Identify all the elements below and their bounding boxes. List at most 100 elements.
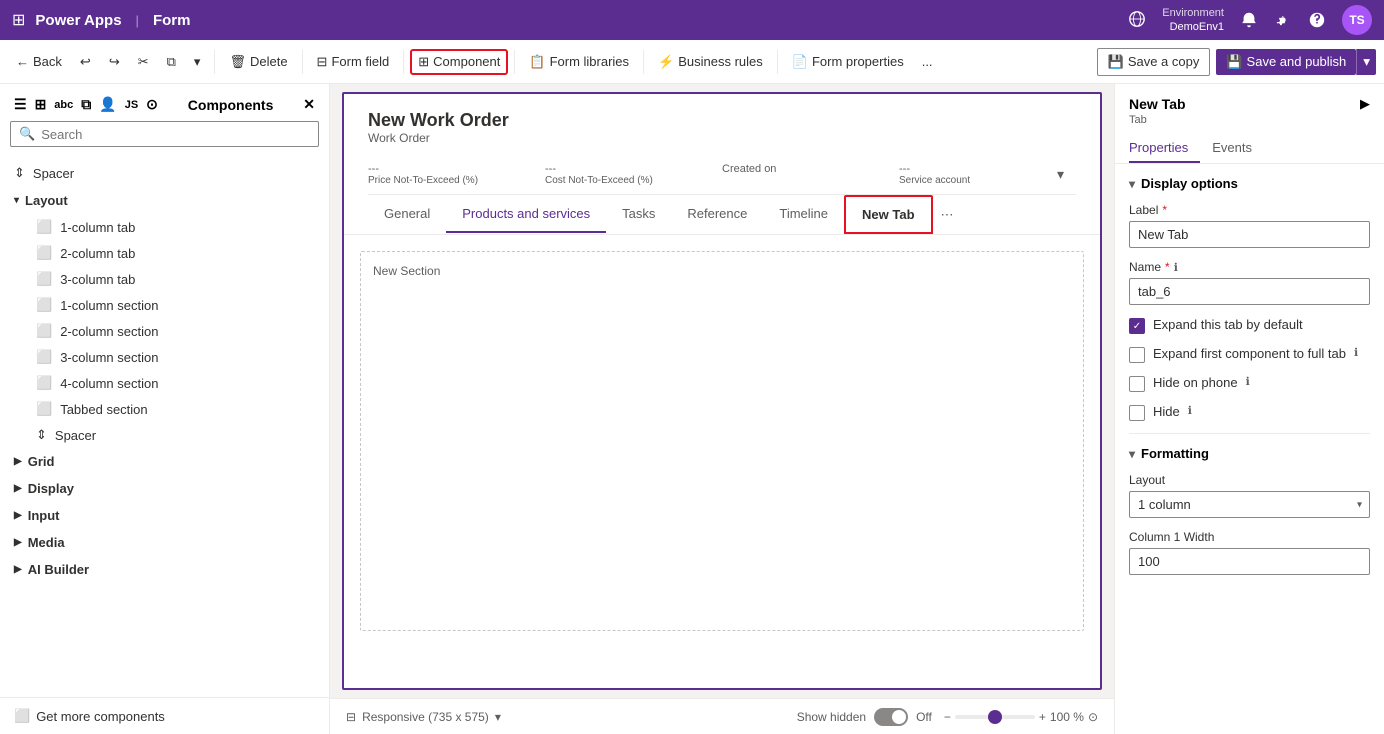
sidebar-media-section[interactable]: ▶ Media	[0, 529, 329, 556]
grid-icon[interactable]: ⊞	[12, 10, 25, 30]
tab-more-button[interactable]: ⋯	[933, 197, 962, 233]
display-options-section[interactable]: ▾ Display options	[1129, 176, 1370, 191]
tab-properties[interactable]: Properties	[1129, 134, 1200, 163]
sidebar-js-icon[interactable]: JS	[125, 99, 138, 111]
back-button[interactable]: ← Back	[8, 49, 70, 74]
right-panel: New Tab ▶ Tab Properties Events ▾ Displa…	[1114, 84, 1384, 734]
sidebar-ai-section[interactable]: ▶ AI Builder	[0, 556, 329, 583]
sidebar-layers-icon[interactable]: ⧉	[81, 96, 91, 113]
sidebar-item-3col-tab[interactable]: ⬜ 3-column tab	[0, 266, 329, 292]
zoom-in-button[interactable]: +	[1039, 710, 1046, 724]
delete-button[interactable]: 🗑 Delete	[221, 49, 295, 75]
form-libraries-button[interactable]: 📋 Form libraries	[521, 49, 637, 75]
undo-button[interactable]: ↩	[72, 49, 99, 75]
tab-products[interactable]: Products and services	[446, 196, 606, 233]
sidebar-item-1col-section[interactable]: ⬜ 1-column section	[0, 292, 329, 318]
sidebar-item-2col-section[interactable]: ⬜ 2-column section	[0, 318, 329, 344]
field-service-label: ---	[899, 163, 970, 175]
zoom-out-button[interactable]: −	[944, 710, 951, 724]
sidebar-item-tabbed-section[interactable]: ⬜ Tabbed section	[0, 396, 329, 422]
top-bar-right: Environment DemoEnv1 TS	[1128, 5, 1372, 35]
form-properties-button[interactable]: 📄 Form properties	[784, 49, 912, 75]
formatting-chevron-icon: ▾	[1129, 447, 1135, 461]
expand-first-info-icon[interactable]: ℹ	[1354, 346, 1358, 359]
sidebar-get-more[interactable]: ⬜ Get more components	[0, 697, 329, 734]
tab-new-tab[interactable]: New Tab	[844, 195, 933, 234]
form-field-price: --- Price Not-To-Exceed (%)	[368, 163, 545, 186]
back-arrow-icon: ←	[16, 54, 29, 69]
sidebar-abc-icon[interactable]: abc	[54, 99, 73, 111]
tab-timeline[interactable]: Timeline	[763, 196, 844, 233]
expand-first-component-checkbox[interactable]	[1129, 347, 1145, 363]
col1-width-input[interactable]	[1129, 548, 1370, 575]
form-libraries-icon: 📋	[529, 54, 545, 70]
sidebar-api-icon[interactable]: ⊙	[146, 96, 158, 113]
form-body: New Section	[344, 235, 1100, 647]
zoom-controls: − + 100 % ⊙	[944, 710, 1098, 724]
form-section-new[interactable]: New Section	[360, 251, 1084, 631]
sidebar-item-spacer-top[interactable]: ⇕ Spacer	[0, 159, 329, 187]
field-price-sublabel: Price Not-To-Exceed (%)	[368, 175, 533, 186]
hide-checkbox[interactable]	[1129, 405, 1145, 421]
sidebar-close-icon[interactable]: ✕	[303, 96, 315, 113]
paste-dropdown-button[interactable]: ▾	[186, 49, 209, 75]
toolbar-right: 💾 Save a copy 💾 Save and publish ▾	[1097, 48, 1376, 76]
hide-info-icon[interactable]: ℹ	[1188, 404, 1192, 417]
media-chevron-icon: ▶	[14, 537, 22, 548]
label-field-input[interactable]	[1129, 221, 1370, 248]
cut-button[interactable]: ✂	[130, 49, 157, 75]
name-required-star: *	[1165, 260, 1170, 274]
formatting-section[interactable]: ▾ Formatting	[1129, 446, 1370, 461]
save-copy-icon: 💾	[1108, 54, 1124, 70]
save-copy-button[interactable]: 💾 Save a copy	[1097, 48, 1211, 76]
more-button[interactable]: ...	[914, 49, 941, 74]
sidebar-input-section[interactable]: ▶ Input	[0, 502, 329, 529]
save-publish-button[interactable]: 💾 Save and publish	[1216, 49, 1356, 75]
sidebar-item-2col-tab[interactable]: ⬜ 2-column tab	[0, 240, 329, 266]
right-panel-body: ▾ Display options Label * Name * ℹ ✓ Exp…	[1115, 164, 1384, 734]
form-field-button[interactable]: ⊟ Form field	[309, 49, 398, 75]
tab-general[interactable]: General	[368, 196, 446, 233]
toggle-state: Off	[916, 710, 932, 724]
expand-tab-default-checkbox[interactable]: ✓	[1129, 318, 1145, 334]
search-input[interactable]	[41, 127, 310, 142]
avatar[interactable]: TS	[1342, 5, 1372, 35]
save-publish-dropdown-button[interactable]: ▾	[1356, 49, 1376, 75]
toggle-switch[interactable]	[874, 708, 908, 726]
sidebar-item-3col-section[interactable]: ⬜ 3-column section	[0, 344, 329, 370]
field-price-label: ---	[368, 163, 533, 175]
top-bar: ⊞ Power Apps | Form Environment DemoEnv1…	[0, 0, 1384, 40]
component-button[interactable]: ⊞ Component	[410, 49, 508, 75]
bell-icon[interactable]	[1240, 11, 1258, 29]
help-icon[interactable]	[1308, 11, 1326, 29]
sidebar-users-icon[interactable]: 👤	[99, 96, 116, 113]
copy-button[interactable]: ⧉	[159, 49, 184, 75]
sidebar-grid-section[interactable]: ▶ Grid	[0, 448, 329, 475]
business-rules-button[interactable]: ⚡ Business rules	[650, 49, 771, 75]
sidebar-item-4col-section[interactable]: ⬜ 4-column section	[0, 370, 329, 396]
sidebar-display-section[interactable]: ▶ Display	[0, 475, 329, 502]
1col-section-icon: ⬜	[36, 297, 52, 313]
name-info-icon[interactable]: ℹ	[1174, 261, 1178, 274]
zoom-fit-icon[interactable]: ⊙	[1088, 710, 1098, 724]
layout-select[interactable]: 1 column	[1129, 491, 1370, 518]
zoom-slider[interactable]	[955, 715, 1035, 719]
settings-icon[interactable]	[1274, 11, 1292, 29]
tab-events[interactable]: Events	[1212, 134, 1264, 163]
hide-phone-info-icon[interactable]: ℹ	[1246, 375, 1250, 388]
sidebar-item-1col-tab[interactable]: ⬜ 1-column tab	[0, 214, 329, 240]
name-field-input[interactable]	[1129, 278, 1370, 305]
right-panel-expand-icon[interactable]: ▶	[1360, 96, 1370, 112]
field-cost-sublabel: Cost Not-To-Exceed (%)	[545, 175, 710, 186]
sidebar-menu-icon[interactable]: ☰	[14, 96, 27, 113]
sidebar-grid-icon[interactable]: ⊞	[35, 96, 47, 113]
sidebar-item-spacer-bottom[interactable]: ⇕ Spacer	[0, 422, 329, 448]
sidebar-layout-section[interactable]: ▾ Layout	[0, 187, 329, 214]
tab-tasks[interactable]: Tasks	[606, 196, 671, 233]
redo-button[interactable]: ↪	[101, 49, 128, 75]
responsive-button[interactable]: ⊟ Responsive (735 x 575) ▾	[346, 710, 501, 724]
environment-icon[interactable]	[1128, 10, 1146, 28]
hide-on-phone-checkbox[interactable]	[1129, 376, 1145, 392]
fields-chevron-icon[interactable]: ▾	[1057, 166, 1064, 183]
tab-reference[interactable]: Reference	[671, 196, 763, 233]
